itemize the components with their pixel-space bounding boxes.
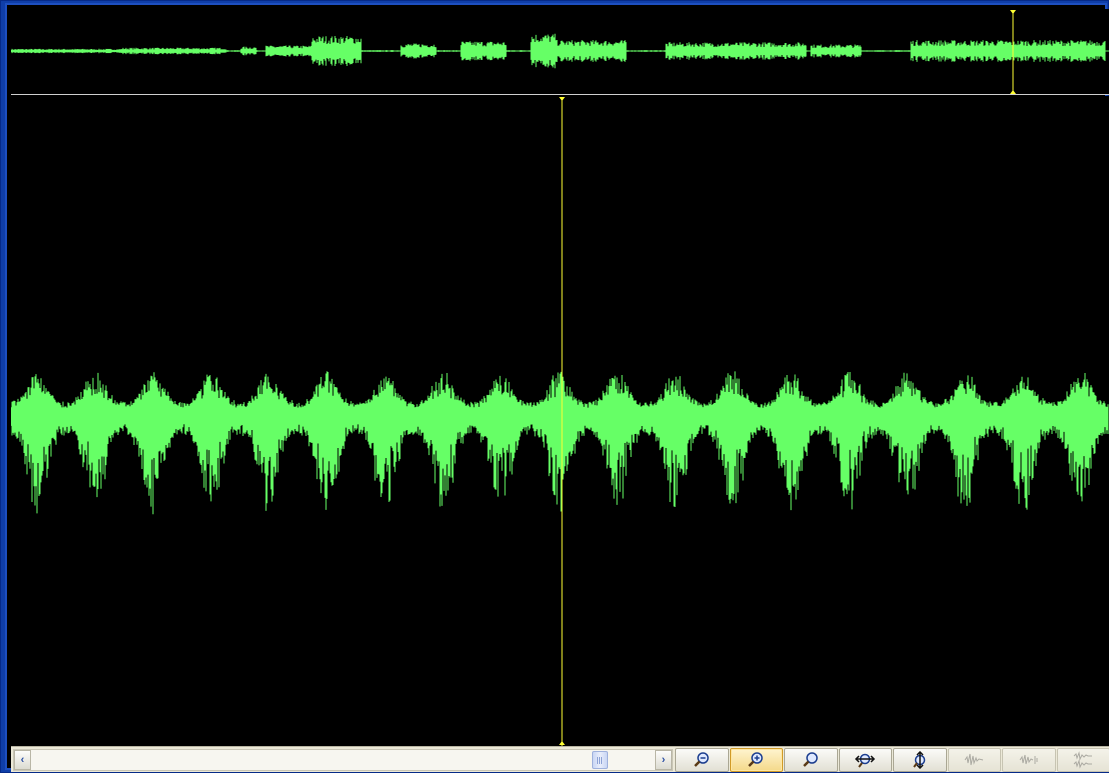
window-frame: ‹ › xyxy=(0,0,1109,773)
zoom-horizontal-button[interactable] xyxy=(838,748,892,772)
zoom-vertical-button[interactable] xyxy=(893,748,947,772)
chevron-left-icon: ‹ xyxy=(20,754,25,766)
zoom-out-button[interactable] xyxy=(675,748,729,772)
playback-cursor-top-marker xyxy=(559,97,565,101)
zoom-vertical-icon xyxy=(912,751,925,769)
main-waveform-trace xyxy=(11,371,1109,515)
zoom-selection-button[interactable] xyxy=(784,748,838,772)
zoom-in-button[interactable] xyxy=(729,748,783,772)
overview-waveform[interactable] xyxy=(11,9,1109,95)
overview-cursor-top-marker xyxy=(1010,10,1016,14)
zoom-selection-icon xyxy=(802,752,818,767)
overview-waveform-canvas[interactable] xyxy=(11,9,1109,95)
scroll-left-button[interactable]: ‹ xyxy=(14,750,31,770)
zoom-in-icon xyxy=(748,752,763,767)
waveform-split-icon xyxy=(1073,751,1093,769)
main-waveform-view[interactable] xyxy=(11,96,1109,746)
waveform-compare-button[interactable] xyxy=(1002,748,1056,772)
waveform-panel: ‹ › xyxy=(5,3,1109,772)
overview-cursor-bottom-marker xyxy=(1010,90,1016,94)
zoom-horizontal-icon xyxy=(855,753,876,768)
waveform-view-button[interactable] xyxy=(947,748,1001,772)
waveform-compare-icon xyxy=(1019,754,1038,765)
main-waveform-canvas[interactable] xyxy=(11,96,1109,746)
waveform-split-button[interactable] xyxy=(1056,748,1109,772)
bottom-bar: ‹ › xyxy=(11,746,1109,772)
chevron-right-icon: › xyxy=(661,754,666,766)
waveform-icon xyxy=(964,753,984,766)
scroll-thumb[interactable] xyxy=(592,751,608,769)
horizontal-scrollbar[interactable]: ‹ › xyxy=(13,749,673,771)
playback-cursor-bottom-marker xyxy=(559,741,565,745)
zoom-out-icon xyxy=(693,752,709,767)
overview-waveform-trace xyxy=(11,33,1106,69)
zoom-toolbar xyxy=(675,748,1109,772)
scroll-right-button[interactable]: › xyxy=(655,750,672,770)
